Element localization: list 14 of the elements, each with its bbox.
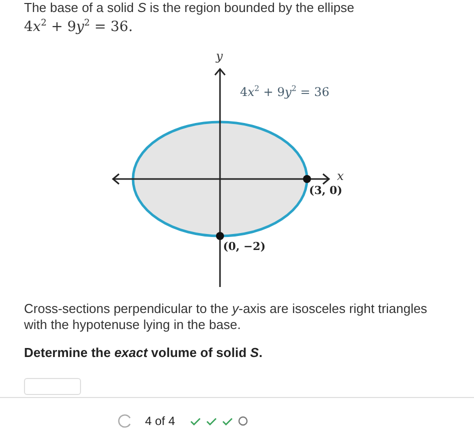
point-label: (0, −2) <box>223 240 266 254</box>
ellipse-equation: 4x$^{2}$ + 9y$^{2}$ = 36. <box>23 17 134 35</box>
retry-icon[interactable] <box>118 414 132 428</box>
point-label: (3, 0) <box>309 184 342 198</box>
question-text: Determine the exact volume of solid S. <box>23 345 264 361</box>
question-counter: 4 of 4 <box>145 414 176 428</box>
point-marker <box>216 232 224 240</box>
point-marker <box>303 175 311 183</box>
curve-label: 4x$^{2}$ + 9y$^{2}$ = 36 <box>240 85 330 99</box>
intro-text: The base of a solid S is the region bounded by the ellipse <box>23 0 356 16</box>
answer-field[interactable] <box>24 378 81 395</box>
y-axis-label: y <box>216 49 223 63</box>
description-text: Cross-sections perpendicular to the y-axis are isosceles right triangles with the hypotenuse lying in the base. <box>23 301 428 333</box>
x-axis-label: x <box>337 169 344 183</box>
